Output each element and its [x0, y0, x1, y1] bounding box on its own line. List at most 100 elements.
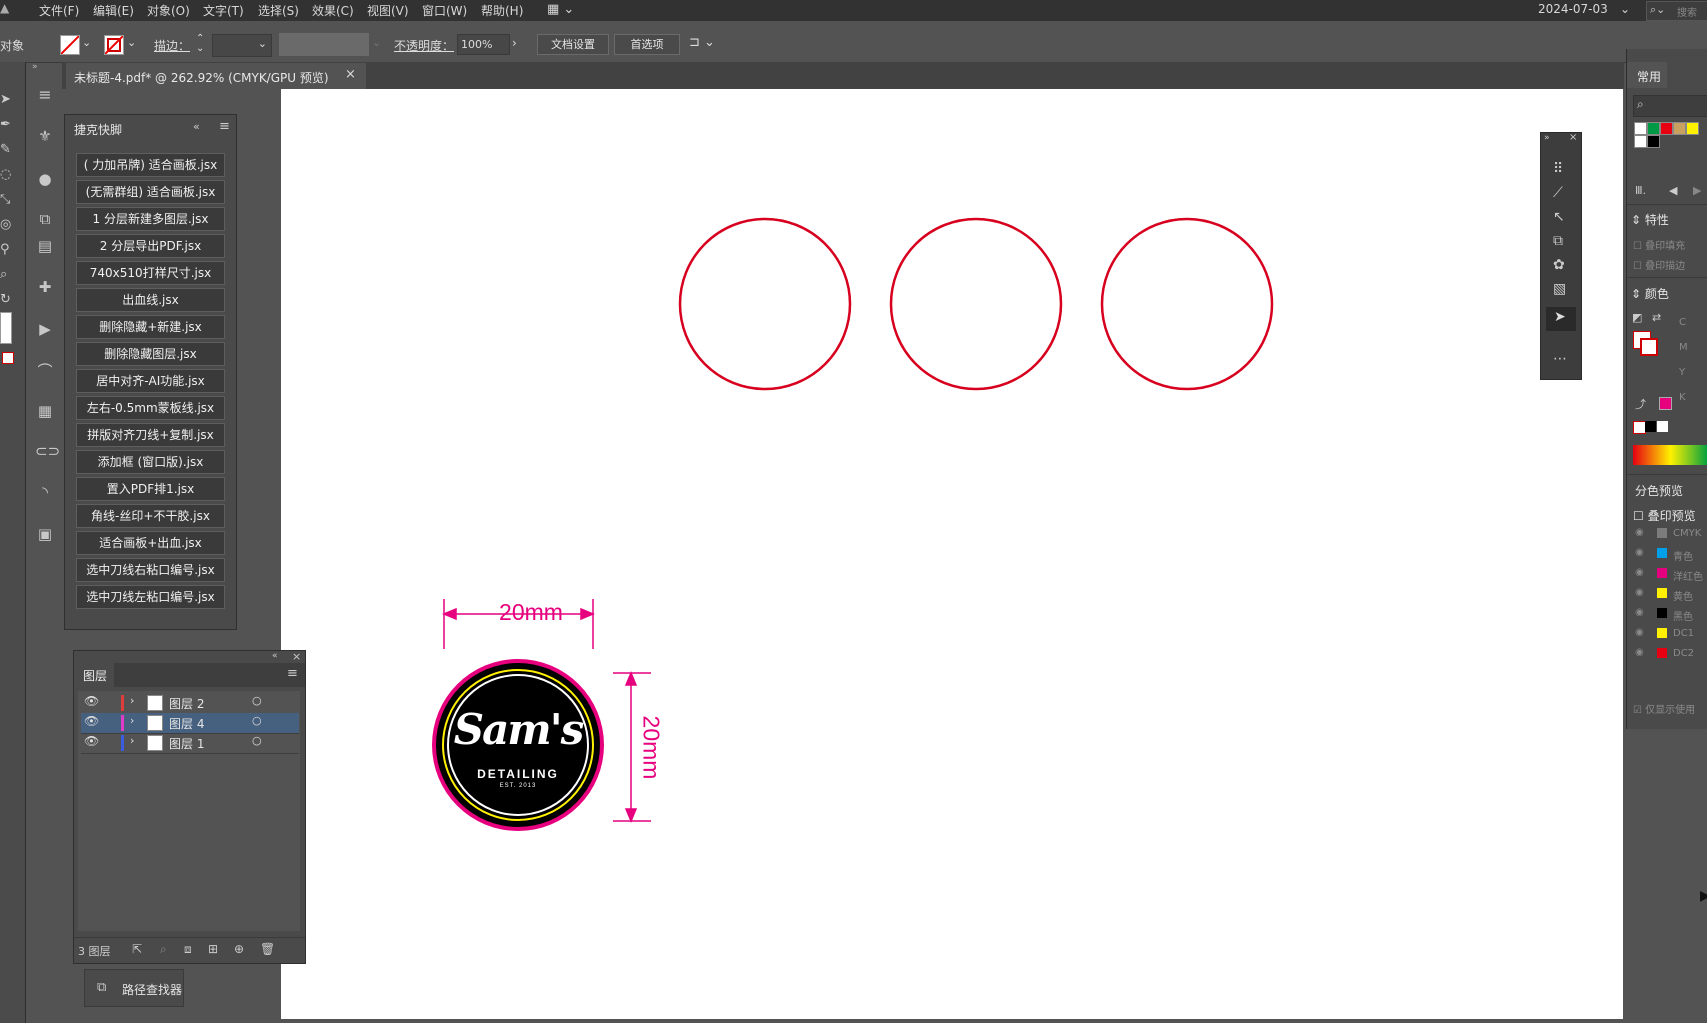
script-button[interactable]: 拼版对齐刀线+复制.jsx	[76, 423, 225, 447]
chevron-down-icon[interactable]: ⌄	[127, 36, 136, 49]
chevron-right-icon[interactable]: ›	[130, 734, 134, 747]
separation-row[interactable]: ◉ 黑色	[1627, 605, 1707, 623]
script-button[interactable]: ( 力加吊牌) 适合画板.jsx	[76, 153, 225, 177]
target-circle-icon[interactable]: ○	[252, 694, 262, 707]
select-similar-icon[interactable]: ⠿	[1553, 161, 1563, 177]
menu-help[interactable]: 帮助(H)	[481, 2, 523, 19]
direct-select-icon[interactable]: ↖	[1553, 209, 1565, 225]
layer-row[interactable]: 👁 › 图层 1 ○	[81, 733, 299, 754]
fill-color-icon[interactable]	[0, 312, 12, 344]
menu-icon[interactable]: ≡	[35, 86, 55, 104]
shape-icon[interactable]: ●	[35, 170, 55, 188]
fill-swatch[interactable]	[60, 35, 80, 55]
menu-view[interactable]: 视图(V)	[367, 2, 409, 19]
eye-icon[interactable]: 👁	[84, 694, 99, 708]
script-button[interactable]: 2 分层导出PDF.jsx	[76, 234, 225, 258]
chevron-left-icon[interactable]: ◀	[1669, 184, 1677, 197]
script-button[interactable]: 选中刀线右粘口编号.jsx	[76, 558, 225, 582]
script-button[interactable]: 适合画板+出血.jsx	[76, 531, 225, 555]
menu-file[interactable]: 文件(F)	[39, 2, 79, 19]
close-icon[interactable]: ×	[345, 67, 356, 82]
menu-window[interactable]: 窗口(W)	[422, 2, 467, 19]
document-settings-button[interactable]: 文档设置	[537, 34, 609, 55]
opacity-input[interactable]: 100%	[457, 34, 510, 55]
artboard-canvas[interactable]: 20mm 20mm Sam's DETAILING EST. 2013	[281, 89, 1623, 1019]
color-header[interactable]: ⇕ 颜色	[1631, 285, 1669, 302]
white-swatch[interactable]	[1657, 421, 1668, 432]
chevron-right-icon[interactable]: ›	[130, 714, 134, 727]
brush-definition[interactable]	[279, 33, 369, 56]
overprint-stroke-checkbox[interactable]: ☐ 叠印描边	[1633, 257, 1685, 272]
more-icon[interactable]: ⋯	[1553, 351, 1567, 367]
pattern-icon[interactable]: ▧	[1553, 281, 1566, 297]
chevron-down-icon[interactable]: ⌄	[1620, 2, 1630, 16]
properties-header[interactable]: ⇕ 特性	[1631, 211, 1669, 228]
layer-name[interactable]: 图层 2	[169, 695, 204, 712]
export-icon[interactable]: ⇱	[132, 942, 142, 956]
menu-effect[interactable]: 效果(C)	[312, 2, 354, 19]
separation-row[interactable]: ◉ 洋红色	[1627, 565, 1707, 583]
chevron-down-icon[interactable]: ⌄	[82, 36, 91, 49]
chevron-right-icon[interactable]: ▶	[1693, 184, 1701, 197]
script-button[interactable]: 居中对齐-AI功能.jsx	[76, 369, 225, 393]
separation-row[interactable]: ◉ 黄色	[1627, 585, 1707, 603]
eye-icon[interactable]: ◉	[1635, 587, 1644, 598]
layer-name[interactable]: 图层 4	[169, 715, 204, 732]
align-icon[interactable]: ▤	[35, 237, 55, 255]
stroke-none-icon[interactable]	[1640, 338, 1658, 356]
add-icon[interactable]: ✚	[35, 278, 55, 296]
preferences-button[interactable]: 首选项	[614, 34, 680, 55]
black-swatch[interactable]	[1645, 421, 1656, 432]
stroke-swatch[interactable]	[104, 35, 124, 55]
eye-icon[interactable]: 👁	[84, 714, 99, 728]
overprint-fill-checkbox[interactable]: ☐ 叠印填充	[1633, 237, 1685, 252]
separation-row[interactable]: ◉ CMYK	[1627, 525, 1707, 543]
expand-panel-icon[interactable]: »	[1544, 133, 1550, 143]
swap-colors-icon[interactable]: ⇄	[1652, 311, 1661, 324]
script-button[interactable]: 角线-丝印+不干胶.jsx	[76, 504, 225, 528]
script-button[interactable]: 添加框 (窗口版).jsx	[76, 450, 225, 474]
close-icon[interactable]: ×	[292, 650, 301, 663]
selection-tool-icon[interactable]: ➤	[0, 92, 11, 107]
layer-row-selected[interactable]: 👁 › 图层 4 ○	[81, 713, 299, 734]
script-button[interactable]: 1 分层新建多图层.jsx	[76, 207, 225, 231]
collapse-icon[interactable]: «	[193, 120, 200, 133]
eyedropper-icon[interactable]: ⚲	[0, 242, 10, 257]
stroke-weight-input[interactable]: ⌄	[212, 34, 272, 57]
rotate-tool-icon[interactable]: ↻	[0, 292, 11, 307]
shape-builder-icon[interactable]: ◎	[0, 217, 11, 232]
trash-icon[interactable]: 🗑	[260, 942, 275, 956]
eye-icon[interactable]: ◉	[1635, 547, 1644, 558]
swatch[interactable]	[1647, 135, 1660, 148]
opacity-label[interactable]: 不透明度：	[394, 37, 454, 54]
none-color-icon[interactable]	[2, 352, 14, 364]
tab-layers[interactable]: 图层	[74, 663, 114, 687]
brush-tool-icon[interactable]: ✎	[0, 142, 11, 157]
clip-mask-icon[interactable]: ⧈	[184, 942, 192, 957]
zoom-tool-icon[interactable]: ⌕	[0, 267, 7, 282]
eye-icon[interactable]: ◉	[1635, 627, 1644, 638]
library-icon[interactable]: Ⅲ.	[1635, 184, 1646, 197]
panel-menu-icon[interactable]: ≡	[287, 666, 298, 681]
curve-tool-icon[interactable]: ⌒	[35, 362, 55, 380]
search-icon[interactable]: ⌕	[160, 942, 167, 957]
show-used-checkbox[interactable]: ☑ 仅显示使用	[1633, 701, 1695, 716]
out-of-gamut-icon[interactable]: ⤴	[1635, 396, 1646, 412]
menu-edit[interactable]: 编辑(E)	[93, 2, 134, 19]
gamut-swatch[interactable]	[1659, 397, 1672, 410]
collapse-icon[interactable]: «	[272, 651, 278, 661]
grid-icon[interactable]: ▦	[35, 402, 55, 420]
chevron-right-icon[interactable]: ›	[130, 694, 134, 707]
image-icon[interactable]: ▣	[35, 525, 55, 543]
script-button[interactable]: 740x510打样尺寸.jsx	[76, 261, 225, 285]
swatch[interactable]	[1634, 122, 1647, 135]
eye-icon[interactable]: ◉	[1635, 527, 1644, 538]
close-icon[interactable]: ×	[1569, 132, 1577, 143]
jieke-logo-icon[interactable]: ⚜	[35, 127, 55, 145]
target-circle-icon[interactable]: ○	[252, 714, 262, 727]
script-button[interactable]: 左右-0.5mm蒙板线.jsx	[76, 396, 225, 420]
search-box[interactable]: ⌕⌄ 搜索	[1646, 1, 1707, 21]
eye-icon[interactable]: 👁	[84, 734, 99, 748]
chevron-down-icon[interactable]: ⌄	[372, 36, 381, 49]
stroke-label[interactable]: 描边：	[154, 37, 190, 54]
